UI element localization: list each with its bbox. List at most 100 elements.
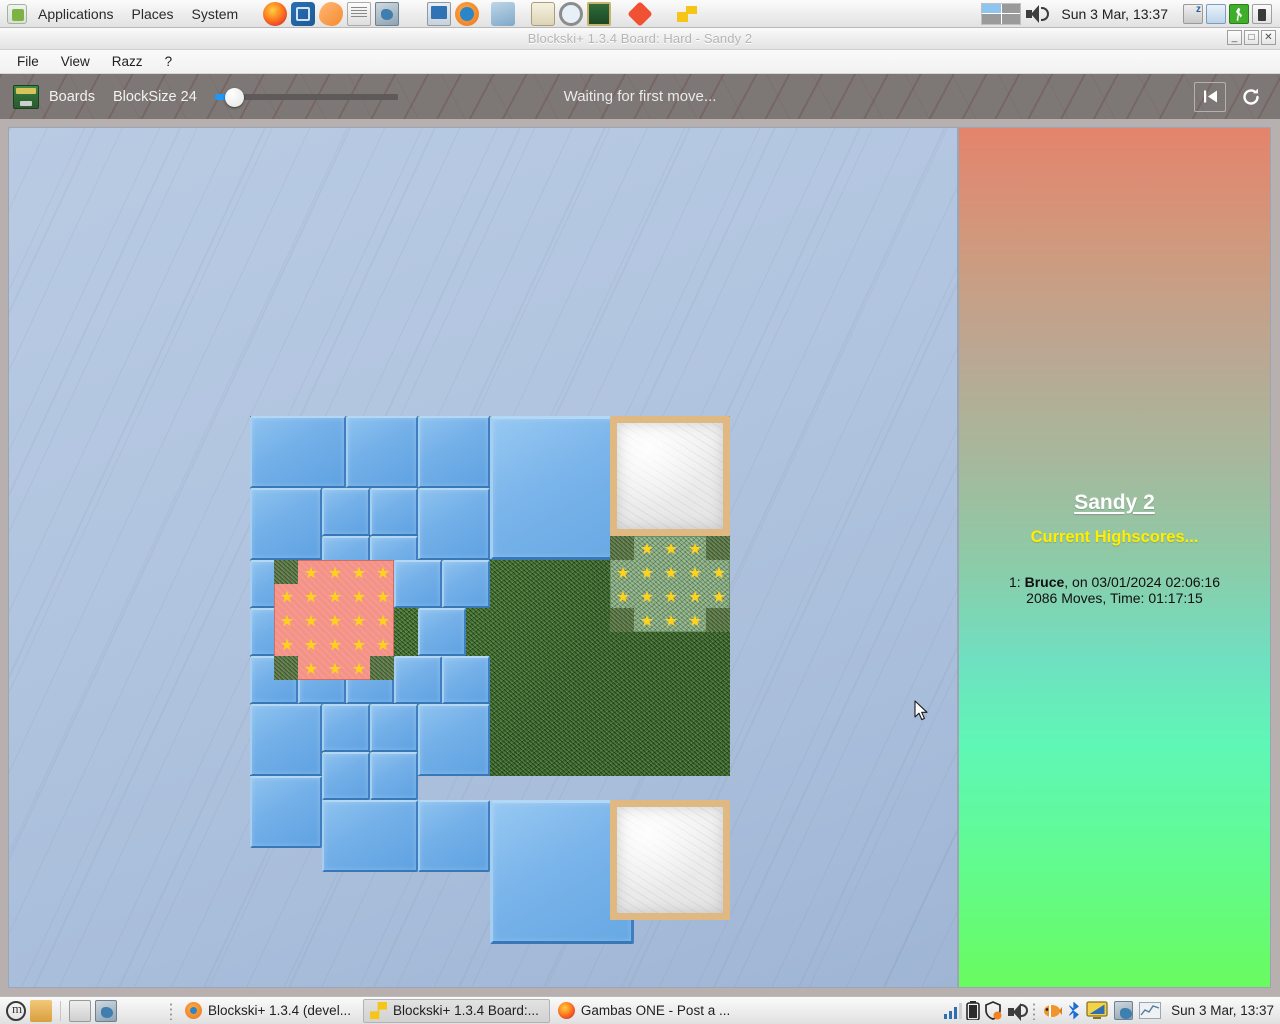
file-manager-icon[interactable]	[30, 1000, 52, 1022]
board-block[interactable]	[346, 416, 418, 488]
titlebar[interactable]: Blockski+ 1.3.4 Board: Hard - Sandy 2 _ …	[0, 28, 1280, 50]
game-board[interactable]	[250, 416, 730, 776]
star-icon	[329, 615, 342, 628]
board-block[interactable]	[322, 800, 418, 872]
maximize-button[interactable]: □	[1244, 30, 1259, 45]
board-block[interactable]	[442, 560, 490, 608]
restart-button[interactable]	[1194, 82, 1226, 112]
mint-menu-icon[interactable]	[7, 4, 27, 24]
board-pane[interactable]	[8, 127, 958, 988]
board-block[interactable]	[370, 752, 418, 800]
sleep-icon[interactable]	[1183, 4, 1203, 24]
board-grass-patch	[274, 656, 298, 680]
mint-menu-icon[interactable]	[6, 1001, 26, 1021]
volume-icon[interactable]	[1006, 1001, 1026, 1021]
monitor-icon[interactable]	[427, 2, 451, 26]
star-icon	[353, 567, 366, 580]
board-block[interactable]	[442, 656, 490, 704]
panel-right-area: Sun 3 Mar, 13:37	[981, 3, 1280, 25]
signal-icon[interactable]	[944, 1003, 962, 1019]
menu-system[interactable]: System	[183, 0, 248, 28]
board-block[interactable]	[418, 488, 490, 560]
board-block[interactable]	[370, 704, 418, 752]
taskbar-grip[interactable]	[169, 1002, 173, 1020]
star-icon	[329, 591, 342, 604]
gambas-icon[interactable]	[95, 1000, 117, 1022]
board-block[interactable]	[418, 704, 490, 776]
clock[interactable]: Sun 3 Mar, 13:37	[1165, 1003, 1274, 1018]
top-panel: Applications Places System Sun 3 Mar, 13…	[0, 0, 1280, 28]
board-block[interactable]	[394, 560, 442, 608]
firefox-icon[interactable]	[263, 2, 287, 26]
star-icon	[665, 615, 678, 628]
menu-help[interactable]: ?	[154, 50, 184, 74]
notes-icon[interactable]	[531, 2, 555, 26]
gambas-icon[interactable]	[1114, 1001, 1133, 1020]
board-block[interactable]	[250, 704, 322, 776]
gambas-icon[interactable]	[375, 2, 399, 26]
close-button[interactable]: ✕	[1261, 30, 1276, 45]
text-editor-icon[interactable]	[347, 2, 371, 26]
slider-knob[interactable]	[225, 88, 244, 107]
board-block[interactable]	[322, 704, 370, 752]
taskbar-window-gambas-one[interactable]: Gambas ONE - Post a ...	[552, 999, 740, 1023]
board-block[interactable]	[322, 488, 370, 536]
reload-button[interactable]	[1236, 82, 1266, 112]
battery-icon[interactable]	[966, 1001, 980, 1020]
menu-view[interactable]: View	[50, 50, 101, 74]
virtualbox-icon[interactable]	[291, 2, 315, 26]
volume-icon[interactable]	[1024, 3, 1046, 25]
blockski-icon[interactable]	[675, 2, 699, 26]
board-block[interactable]	[418, 416, 490, 488]
clock[interactable]: Sun 3 Mar, 13:37	[1049, 6, 1180, 22]
board-block[interactable]	[250, 776, 322, 848]
board-block[interactable]	[394, 656, 442, 704]
board-block[interactable]	[322, 752, 370, 800]
tray-grip[interactable]	[1032, 1002, 1036, 1020]
magnifier-icon[interactable]	[559, 2, 583, 26]
git-icon[interactable]	[631, 2, 655, 26]
mango-icon[interactable]	[319, 2, 343, 26]
star-icon	[281, 591, 294, 604]
board-grass-patch	[610, 608, 634, 632]
gambas-ide-icon[interactable]	[491, 2, 515, 26]
mouse-cursor	[914, 700, 928, 721]
star-icon	[305, 591, 318, 604]
exit-icon[interactable]	[1229, 4, 1249, 24]
shield-icon[interactable]	[984, 1001, 1002, 1020]
blocksize-slider[interactable]	[215, 86, 398, 108]
menu-file[interactable]: File	[6, 50, 50, 74]
boards-label[interactable]: Boards	[49, 89, 95, 105]
board-icon[interactable]	[587, 2, 611, 26]
boards-icon[interactable]	[13, 85, 39, 109]
battery-icon[interactable]	[1252, 4, 1272, 24]
highscores-heading: Current Highscores...	[959, 528, 1270, 547]
taskbar-window-blockski-board[interactable]: Blockski+ 1.3.4 Board:...	[363, 999, 550, 1023]
clownfish-icon[interactable]	[1042, 1001, 1062, 1021]
star-icon	[665, 567, 678, 580]
menu-razz[interactable]: Razz	[101, 50, 154, 74]
graph-icon[interactable]	[1139, 1002, 1161, 1019]
files-icon[interactable]	[1206, 4, 1226, 24]
star-icon	[377, 639, 390, 652]
bluetooth-icon[interactable]	[1066, 1002, 1082, 1020]
board-block[interactable]	[250, 416, 346, 488]
menu-applications[interactable]: Applications	[29, 0, 123, 28]
board-block[interactable]	[418, 800, 490, 872]
info-panel: Sandy 2 Current Highscores... 1: Bruce, …	[958, 127, 1271, 988]
update-manager-icon[interactable]	[455, 2, 479, 26]
board-block[interactable]	[370, 488, 418, 536]
star-icon	[281, 615, 294, 628]
menu-places[interactable]: Places	[123, 0, 183, 28]
skip-back-icon	[1202, 88, 1219, 105]
board-block[interactable]	[250, 488, 322, 560]
taskbar: Blockski+ 1.3.4 (devel... Blockski+ 1.3.…	[0, 996, 1280, 1024]
taskbar-window-blockski-devel[interactable]: Blockski+ 1.3.4 (devel...	[179, 999, 361, 1023]
board-block[interactable]	[418, 608, 466, 656]
display-icon[interactable]	[1086, 1001, 1108, 1020]
star-icon	[377, 591, 390, 604]
minimize-button[interactable]: _	[1227, 30, 1242, 45]
gambas-icon	[185, 1002, 202, 1019]
workspace-switcher[interactable]	[981, 3, 1021, 25]
archive-icon[interactable]	[69, 1000, 91, 1022]
